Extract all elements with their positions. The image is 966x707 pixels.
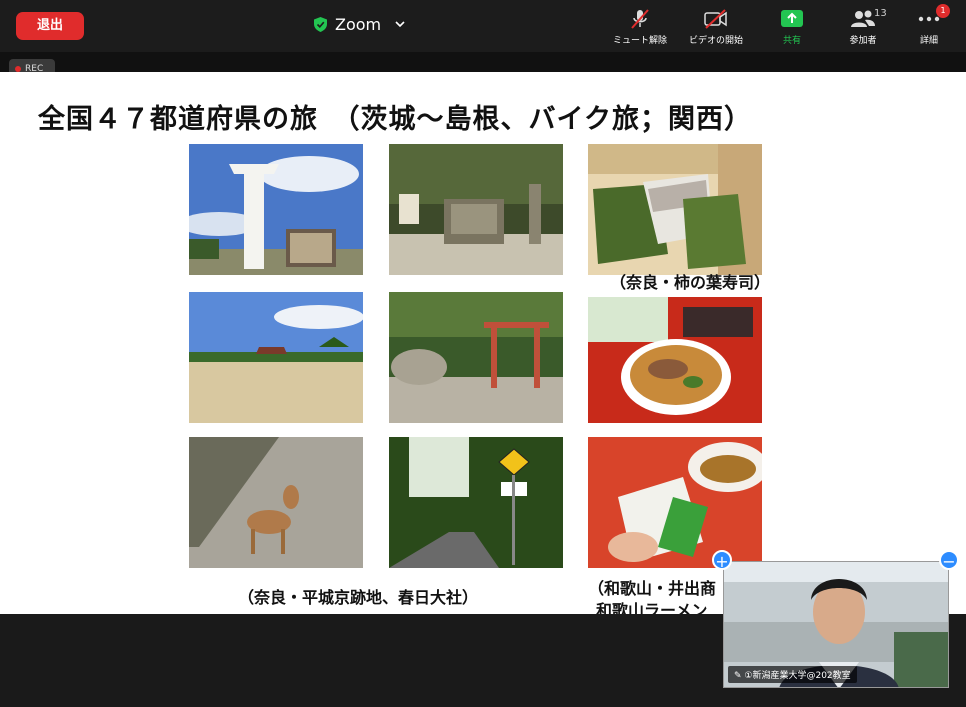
participants-icon — [851, 10, 875, 27]
photo-heijo-monument — [189, 144, 363, 275]
participants-button[interactable]: 13 参加者 — [828, 8, 898, 46]
expand-video-button[interactable]: + — [712, 550, 732, 571]
plus-icon: + — [715, 552, 729, 571]
caption-wakayama-line1: （和歌山・井出商 — [588, 579, 717, 598]
slide-title: 全国４７都道府県の旅 （茨城～島根、バイク旅；関西） — [38, 104, 752, 135]
share-label: 共有 — [782, 36, 801, 46]
meeting-info-button[interactable]: Zoom — [314, 13, 405, 35]
leave-button[interactable]: 退出 — [16, 12, 84, 40]
notification-badge: 1 — [936, 4, 950, 18]
minimize-video-button[interactable]: − — [939, 550, 959, 571]
app-title: Zoom — [335, 14, 382, 34]
more-button[interactable]: 1 詳細 — [894, 4, 964, 46]
photo-forest-road — [389, 437, 563, 568]
more-label: 詳細 — [919, 36, 938, 46]
toolbar-spacer — [0, 52, 966, 72]
participant-name: ①新潟産業大学@202教室 — [744, 671, 851, 681]
pin-icon: ✎ — [734, 671, 745, 681]
photo-stone-lanterns — [389, 144, 563, 275]
video-camera-off-icon — [704, 9, 727, 29]
participants-label: 参加者 — [849, 36, 877, 46]
photo-heijo-palace-ground — [189, 292, 363, 423]
unmute-button[interactable]: ミュート解除 — [605, 8, 675, 46]
participant-name-label: ✎ ①新潟産業大学@202教室 — [728, 666, 857, 683]
photo-nara-deer — [189, 437, 363, 568]
chevron-down-icon — [395, 20, 405, 27]
caption-heijo-kasuga: （奈良・平城京跡地、春日大社） — [238, 588, 479, 607]
photo-kasuga-torii — [389, 292, 563, 423]
caption-kakinoha: （奈良・柿の葉寿司） — [610, 273, 771, 292]
minus-icon: − — [942, 552, 956, 571]
share-screen-icon — [781, 10, 803, 27]
unmute-label: ミュート解除 — [612, 36, 667, 46]
microphone-muted-icon — [631, 9, 649, 29]
shared-slide: 全国４７都道府県の旅 （茨城～島根、バイク旅；関西） （奈良・柿の葉寿司） （奈… — [0, 72, 966, 620]
participant-video-tile[interactable]: ✎ ①新潟産業大学@202教室 — [723, 561, 949, 688]
photo-nara-ramen — [588, 297, 762, 428]
start-video-button[interactable]: ビデオの開始 — [681, 8, 751, 46]
photo-kakinoha-sushi — [588, 144, 762, 275]
start-video-label: ビデオの開始 — [688, 36, 743, 46]
record-dot-icon — [15, 65, 21, 72]
more-dots-icon — [918, 16, 940, 22]
share-screen-button[interactable]: 共有 — [757, 8, 827, 46]
photo-wakayama-sushi — [588, 437, 762, 568]
participants-count: 13 — [874, 8, 887, 19]
shield-check-icon — [314, 16, 327, 32]
meeting-toolbar: 退出 Zoom ミュート解除 ビデオの開始 共有 13 参加者 1 詳細 — [0, 0, 966, 52]
